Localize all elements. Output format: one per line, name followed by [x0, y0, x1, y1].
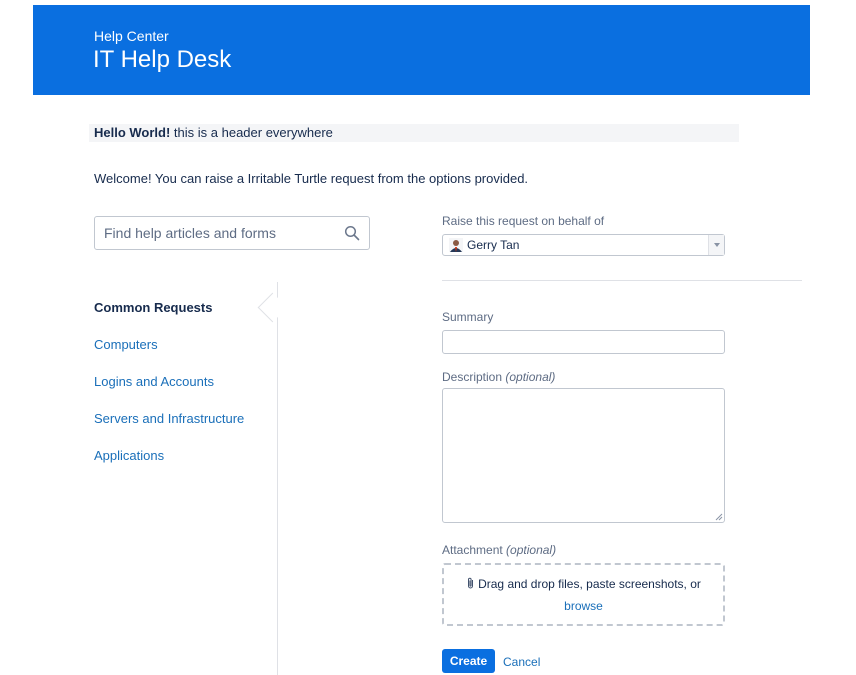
- vertical-divider: [277, 282, 278, 675]
- browse-link[interactable]: browse: [444, 599, 723, 613]
- active-section-pointer: [257, 292, 288, 323]
- description-label: Description (optional): [442, 370, 555, 384]
- description-optional: (optional): [505, 370, 556, 384]
- announcement-banner: Hello World! this is a header everywhere: [89, 124, 739, 142]
- breadcrumb-help-center[interactable]: Help Center: [94, 28, 169, 44]
- nav-heading-common-requests: Common Requests: [94, 300, 213, 315]
- user-avatar-icon: [449, 238, 463, 252]
- nav-item-applications[interactable]: Applications: [94, 448, 164, 463]
- dropzone-text-line: Drag and drop files, paste screenshots, …: [444, 577, 723, 591]
- form-divider: [442, 280, 802, 281]
- on-behalf-label: Raise this request on behalf of: [442, 214, 605, 228]
- attachment-label-text: Attachment: [442, 543, 503, 557]
- summary-label: Summary: [442, 310, 494, 324]
- dropdown-arrow[interactable]: [708, 235, 724, 255]
- announcement-text: this is a header everywhere: [170, 125, 333, 140]
- search-icon[interactable]: [344, 225, 360, 241]
- resize-grip-icon[interactable]: [715, 513, 723, 521]
- announcement-bold: Hello World!: [94, 125, 171, 140]
- attachment-label: Attachment (optional): [442, 543, 556, 557]
- search-input[interactable]: [95, 217, 344, 249]
- cancel-button[interactable]: Cancel: [503, 655, 540, 669]
- description-field[interactable]: [442, 388, 725, 523]
- page-title: IT Help Desk: [93, 46, 232, 73]
- nav-item-computers[interactable]: Computers: [94, 337, 158, 352]
- on-behalf-select[interactable]: Gerry Tan: [442, 234, 725, 256]
- chevron-down-icon: [714, 243, 720, 247]
- paperclip-icon: [468, 577, 474, 589]
- attachment-optional: (optional): [506, 543, 557, 557]
- summary-field[interactable]: [442, 330, 725, 354]
- search-box: [94, 216, 370, 250]
- attachment-dropzone[interactable]: Drag and drop files, paste screenshots, …: [442, 563, 725, 626]
- description-label-text: Description: [442, 370, 503, 384]
- on-behalf-value: Gerry Tan: [467, 238, 520, 252]
- nav-item-servers-and-infrastructure[interactable]: Servers and Infrastructure: [94, 411, 244, 426]
- welcome-message: Welcome! You can raise a Irritable Turtl…: [94, 171, 529, 186]
- dropzone-instructions: Drag and drop files, paste screenshots, …: [478, 577, 701, 591]
- nav-item-logins-and-accounts[interactable]: Logins and Accounts: [94, 374, 214, 389]
- create-button[interactable]: Create: [442, 649, 495, 673]
